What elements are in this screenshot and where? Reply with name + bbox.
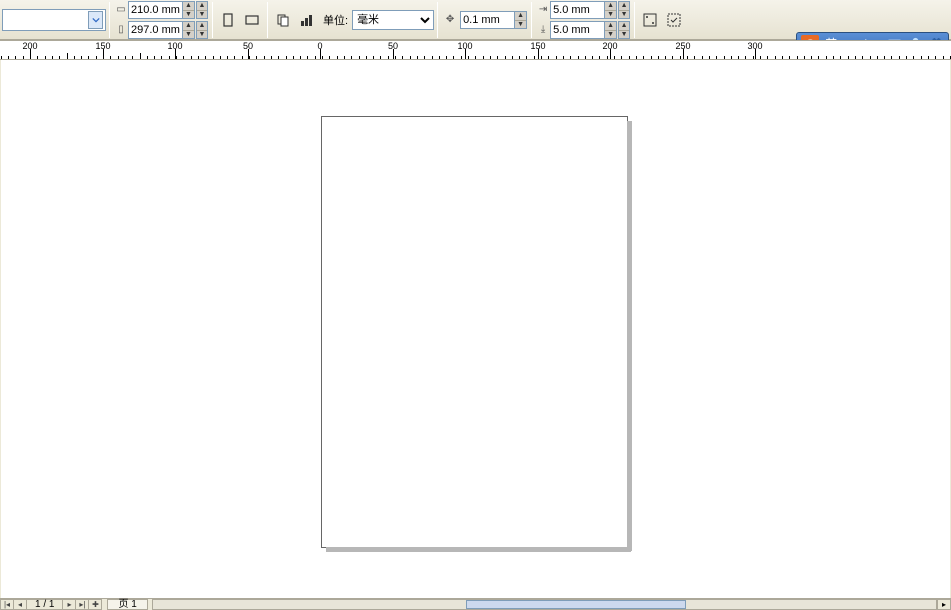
add-page-button[interactable]: ✚ <box>88 599 102 610</box>
scrollbar-thumb[interactable] <box>466 600 686 609</box>
page-height-input[interactable] <box>128 21 183 39</box>
separator <box>531 2 532 38</box>
treat-as-filled-button[interactable] <box>662 8 686 32</box>
separator <box>437 2 438 38</box>
separator <box>634 2 635 38</box>
nudge-spinner[interactable]: ▲▼ <box>460 11 527 29</box>
page-counter: 1 / 1 <box>26 599 63 610</box>
dup-x-icon: ⇥ <box>536 4 550 15</box>
page-tab[interactable]: 页 1 <box>107 599 147 610</box>
scroll-right-button[interactable]: ▸ <box>937 599 951 610</box>
separator <box>212 2 213 38</box>
next-page-button[interactable]: ▸ <box>62 599 76 610</box>
height-icon: ▯ <box>114 24 128 35</box>
dup-y-input[interactable] <box>550 21 605 39</box>
dup-y-icon: ⤓ <box>536 24 550 35</box>
snap-options-button[interactable] <box>638 8 662 32</box>
duplicate-distance-group: ⇥ ▲▼ ▲▼ ⤓ ▲▼ ▲▼ <box>535 0 631 40</box>
unit-select[interactable]: 毫米 <box>352 10 434 30</box>
portrait-button[interactable] <box>216 8 240 32</box>
separator <box>267 2 268 38</box>
chevron-down-icon <box>88 11 103 29</box>
paper-preset-dropdown[interactable] <box>2 9 106 31</box>
nudge-icon: ✥ <box>441 14 459 25</box>
ruler-ticks: 20015010050050100150200250300 <box>0 41 951 59</box>
spinner-arrows[interactable]: ▲▼ <box>183 1 195 19</box>
page-height-spinner[interactable]: ▯ ▲▼ ▲▼ <box>114 21 208 39</box>
page-navigator: |◂ ◂ 1 / 1 ▸ ▸| ✚ 页 1 ▸ <box>0 598 951 610</box>
landscape-button[interactable] <box>240 8 264 32</box>
spinner-arrows-alt[interactable]: ▲▼ <box>618 1 630 19</box>
spinner-arrows[interactable]: ▲▼ <box>605 1 617 19</box>
spinner-arrows-alt[interactable]: ▲▼ <box>618 21 630 39</box>
page-width-spinner[interactable]: ▭ ▲▼ ▲▼ <box>114 1 208 19</box>
spinner-arrows-alt[interactable]: ▲▼ <box>196 21 208 39</box>
spinner-arrows-alt[interactable]: ▲▼ <box>196 1 208 19</box>
first-page-button[interactable]: |◂ <box>0 599 14 610</box>
dup-x-spinner[interactable]: ⇥ ▲▼ ▲▼ <box>536 1 630 19</box>
spinner-arrows[interactable]: ▲▼ <box>183 21 195 39</box>
dup-y-spinner[interactable]: ⤓ ▲▼ ▲▼ <box>536 21 630 39</box>
pages-button[interactable] <box>271 8 295 32</box>
horizontal-ruler[interactable]: 20015010050050100150200250300 <box>0 40 951 60</box>
horizontal-scrollbar[interactable] <box>152 599 937 610</box>
width-icon: ▭ <box>114 4 128 15</box>
unit-label: 单位: <box>319 12 352 28</box>
spinner-arrows[interactable]: ▲▼ <box>515 11 527 29</box>
page-shadow <box>326 547 631 552</box>
dup-x-input[interactable] <box>550 1 605 19</box>
page-dimensions-group: ▭ ▲▼ ▲▼ ▯ ▲▼ ▲▼ <box>113 0 209 40</box>
separator <box>109 2 110 38</box>
nudge-input[interactable] <box>460 11 515 29</box>
canvas-stage[interactable] <box>1 60 950 600</box>
last-page-button[interactable]: ▸| <box>75 599 89 610</box>
prev-page-button[interactable]: ◂ <box>13 599 27 610</box>
histogram-button[interactable] <box>295 8 319 32</box>
page-width-input[interactable] <box>128 1 183 19</box>
document-page[interactable] <box>321 116 628 548</box>
spinner-arrows[interactable]: ▲▼ <box>605 21 617 39</box>
page-shadow <box>627 121 632 551</box>
